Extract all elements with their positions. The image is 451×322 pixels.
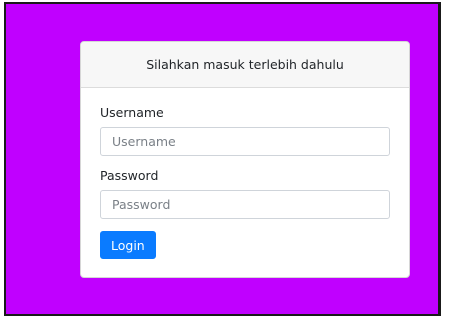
login-card: Silahkan masuk terlebih dahulu Username … bbox=[80, 41, 410, 278]
login-card-title: Silahkan masuk terlebih dahulu bbox=[146, 57, 344, 72]
username-label: Username bbox=[100, 105, 164, 120]
password-input[interactable] bbox=[100, 190, 390, 219]
login-button[interactable]: Login bbox=[100, 231, 156, 259]
page-background: Silahkan masuk terlebih dahulu Username … bbox=[4, 2, 441, 316]
login-form: Username Password Login bbox=[81, 105, 409, 259]
username-input[interactable] bbox=[100, 127, 390, 156]
login-card-header: Silahkan masuk terlebih dahulu bbox=[81, 42, 409, 88]
password-label: Password bbox=[100, 168, 159, 183]
